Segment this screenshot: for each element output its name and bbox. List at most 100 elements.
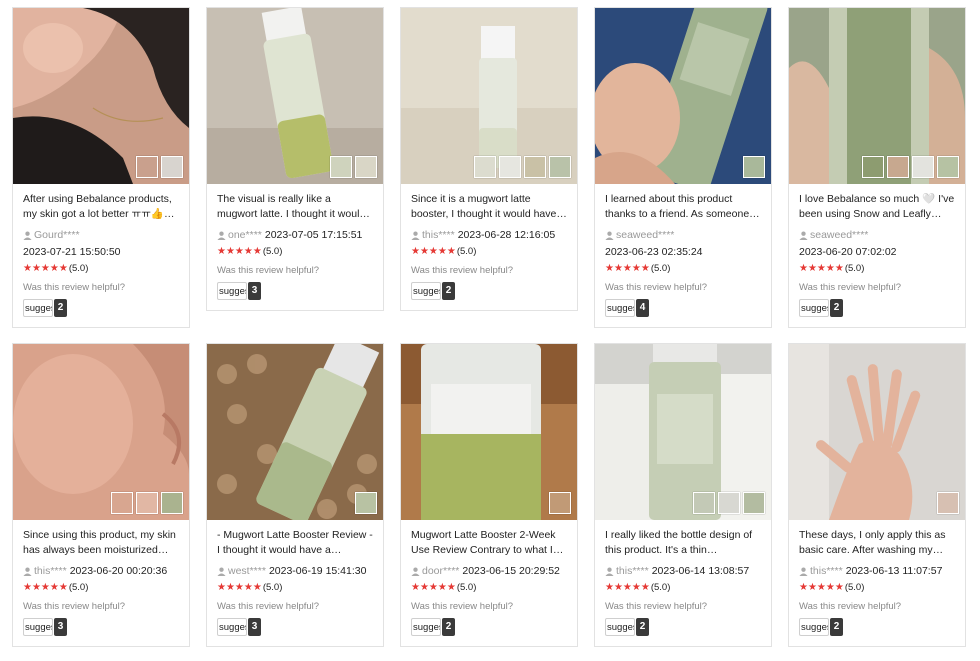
suggestion-button[interactable]: suggestion (799, 618, 829, 636)
photo-thumb[interactable] (718, 492, 740, 514)
suggestion-count: 2 (830, 299, 843, 317)
suggestion-button[interactable]: suggestion (217, 282, 247, 300)
suggestion-button[interactable]: suggestion (217, 618, 247, 636)
photo-thumb[interactable] (499, 156, 521, 178)
helpful-prompt: Was this review helpful? (605, 601, 708, 612)
photo-thumb[interactable] (136, 156, 158, 178)
review-card[interactable]: After using Bebalance products, my skin … (12, 7, 190, 328)
review-text: These days, I only apply this as basic c… (799, 529, 946, 556)
review-photo[interactable] (401, 8, 577, 184)
photo-thumb[interactable] (161, 492, 183, 514)
reviewer-name: door**** (422, 565, 460, 577)
reviewer: door**** (411, 564, 459, 578)
review-card[interactable]: I love Bebalance so much 🤍 I've been usi… (788, 7, 966, 328)
review-photo[interactable] (789, 8, 965, 184)
helpful-prompt: Was this review helpful? (799, 601, 902, 612)
suggestion-button[interactable]: suggestion (799, 299, 829, 317)
rating-score: (5.0) (844, 263, 865, 274)
photo-thumb[interactable] (111, 492, 133, 514)
suggestion-count: 3 (248, 618, 261, 636)
photo-thumb[interactable] (937, 156, 959, 178)
suggestion-count: 3 (54, 618, 67, 636)
rating-score: (5.0) (456, 582, 477, 593)
review-card[interactable]: These days, I only apply this as basic c… (788, 343, 966, 647)
review-text: I really liked the bottle design of this… (605, 529, 753, 556)
user-icon (23, 231, 32, 240)
star-rating: ★★★★★ (23, 263, 68, 274)
suggestion-button[interactable]: suggestion (605, 618, 635, 636)
photo-thumb[interactable] (161, 156, 183, 178)
review-card[interactable]: - Mugwort Latte Booster Review - I thoug… (206, 343, 384, 647)
photo-thumb[interactable] (887, 156, 909, 178)
reviewer-name: this**** (810, 565, 843, 577)
review-text: Since it is a mugwort latte booster, I t… (411, 193, 566, 220)
star-rating: ★★★★★ (23, 582, 68, 593)
reviewer: one**** (217, 228, 262, 242)
star-rating: ★★★★★ (217, 582, 262, 593)
photo-thumb[interactable] (549, 492, 571, 514)
helpful-prompt: Was this review helpful? (799, 282, 902, 293)
star-rating: ★★★★★ (217, 246, 262, 257)
photo-thumb[interactable] (355, 156, 377, 178)
review-date: 2023-07-05 17:15:51 (264, 229, 363, 241)
photo-thumb[interactable] (474, 156, 496, 178)
review-photo[interactable] (401, 344, 577, 520)
review-card[interactable]: I learned about this product thanks to a… (594, 7, 772, 328)
reviewer: Gourd**** (23, 228, 80, 242)
photo-thumb[interactable] (743, 156, 765, 178)
review-card[interactable]: I really liked the bottle design of this… (594, 343, 772, 647)
rating-score: (5.0) (456, 246, 477, 257)
review-card[interactable]: Since it is a mugwort latte booster, I t… (400, 7, 578, 311)
review-photo[interactable] (13, 344, 189, 520)
photo-thumb[interactable] (743, 492, 765, 514)
photo-thumb[interactable] (524, 156, 546, 178)
star-rating: ★★★★★ (799, 582, 844, 593)
suggestion-button[interactable]: suggestion (411, 282, 441, 300)
photo-thumb[interactable] (862, 156, 884, 178)
helpful-prompt: Was this review helpful? (23, 601, 126, 612)
suggestion-button[interactable]: suggestion (605, 299, 635, 317)
photo-thumb[interactable] (330, 156, 352, 178)
review-photo[interactable] (207, 8, 383, 184)
review-date: 2023-07-21 15:50:50 (23, 246, 121, 258)
suggestion-button[interactable]: suggestion (23, 618, 53, 636)
reviewer-name: this**** (34, 565, 67, 577)
star-rating: ★★★★★ (411, 246, 456, 257)
reviewer-name: west**** (228, 565, 266, 577)
photo-thumb[interactable] (549, 156, 571, 178)
suggestion-button[interactable]: suggestion (411, 618, 441, 636)
review-date: 2023-06-15 20:29:52 (462, 565, 560, 577)
review-date: 2023-06-20 00:20:36 (69, 565, 168, 577)
review-text: - Mugwort Latte Booster Review - I thoug… (217, 529, 373, 556)
review-date: 2023-06-14 13:08:57 (651, 565, 750, 577)
photo-thumb[interactable] (355, 492, 377, 514)
review-photo[interactable] (207, 344, 383, 520)
reviewer: seaweed**** (799, 228, 868, 242)
photo-thumb[interactable] (912, 156, 934, 178)
review-date: 2023-06-23 02:35:24 (605, 246, 703, 258)
photo-thumb[interactable] (693, 492, 715, 514)
review-card[interactable]: The visual is really like a mugwort latt… (206, 7, 384, 311)
suggestion-count: 3 (248, 282, 261, 300)
review-text: The visual is really like a mugwort latt… (217, 193, 366, 220)
review-photo[interactable] (13, 8, 189, 184)
rating-score: (5.0) (68, 263, 89, 274)
rating-score: (5.0) (650, 582, 671, 593)
review-text: Mugwort Latte Booster 2-Week Use Review … (411, 529, 556, 556)
review-card[interactable]: Mugwort Latte Booster 2-Week Use Review … (400, 343, 578, 647)
review-photo[interactable] (595, 8, 771, 184)
suggestion-button[interactable]: suggestion (23, 299, 53, 317)
user-icon (605, 567, 614, 576)
photo-thumb[interactable] (136, 492, 158, 514)
review-date: 2023-06-28 12:16:05 (457, 229, 556, 241)
photo-thumb[interactable] (937, 492, 959, 514)
review-text: Since using this product, my skin has al… (23, 529, 176, 556)
user-icon (217, 567, 226, 576)
reviewer-name: seaweed**** (810, 229, 869, 241)
reviewer-name: seaweed**** (616, 229, 675, 241)
review-card[interactable]: Since using this product, my skin has al… (12, 343, 190, 647)
star-rating: ★★★★★ (411, 582, 456, 593)
helpful-prompt: Was this review helpful? (23, 282, 126, 293)
review-photo[interactable] (595, 344, 771, 520)
review-photo[interactable] (789, 344, 965, 520)
